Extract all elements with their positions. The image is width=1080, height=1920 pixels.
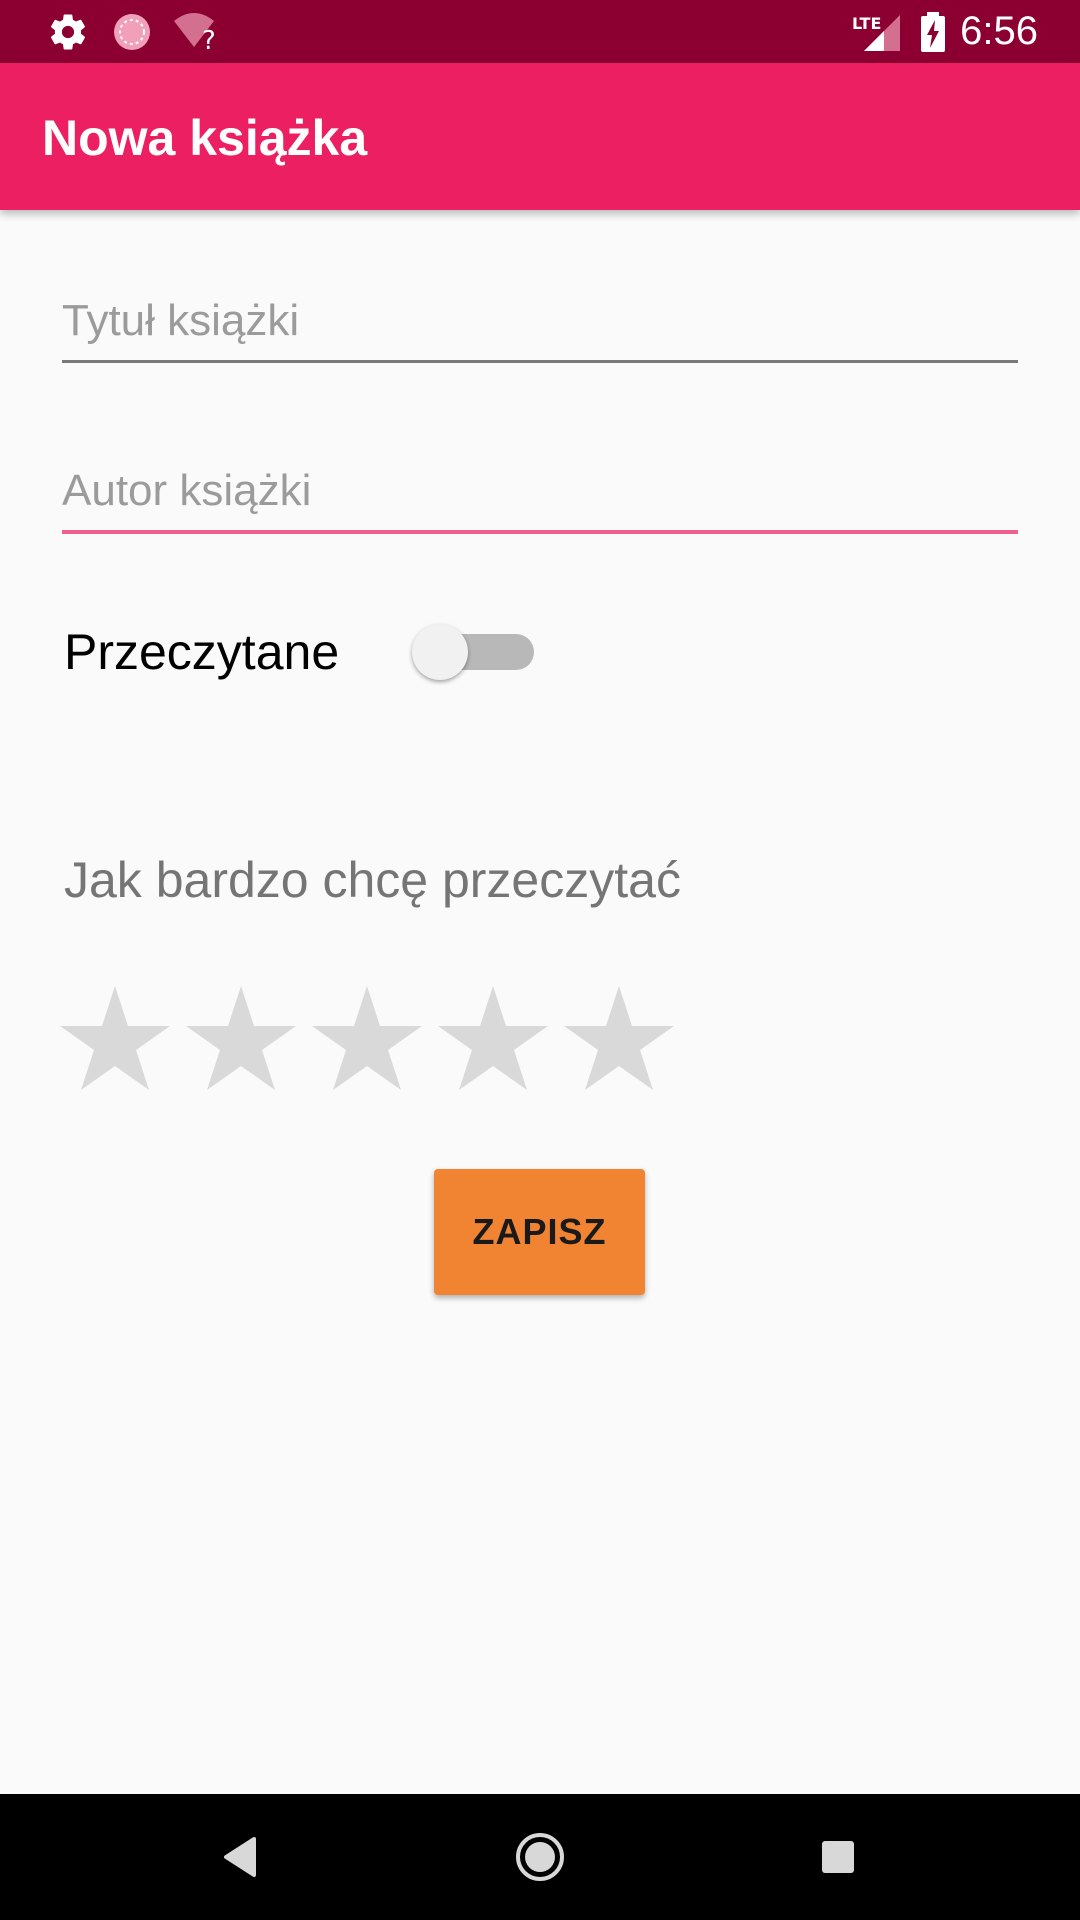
book-title-underline (62, 360, 1018, 363)
app-bar: Nowa książka (0, 63, 1080, 210)
lte-signal-icon: LTE (852, 0, 902, 63)
book-author-input[interactable] (62, 456, 1018, 526)
book-author-field (62, 456, 1018, 534)
status-time: 6:56 (960, 9, 1038, 53)
read-switch[interactable] (412, 622, 536, 682)
star-icon[interactable] (58, 982, 172, 1094)
back-icon[interactable] (180, 1794, 300, 1920)
rating-label: Jak bardzo chcę przeczytać (64, 852, 681, 908)
svg-text:LTE: LTE (852, 14, 881, 33)
star-icon[interactable] (436, 982, 550, 1094)
star-icon[interactable] (562, 982, 676, 1094)
home-icon[interactable] (480, 1794, 600, 1920)
star-icon[interactable] (310, 982, 424, 1094)
recents-icon[interactable] (778, 1794, 898, 1920)
svg-text:?: ? (202, 26, 216, 53)
settings-icon (44, 0, 92, 63)
status-bar: ? LTE 6:56 (0, 0, 1080, 63)
book-author-underline (62, 530, 1018, 534)
wifi-unknown-icon: ? (170, 0, 222, 63)
save-button[interactable]: ZAPISZ (434, 1169, 645, 1295)
navigation-bar (0, 1794, 1080, 1920)
battery-charging-icon (916, 0, 950, 63)
star-icon[interactable] (184, 982, 298, 1094)
read-switch-label: Przeczytane (64, 624, 340, 680)
read-switch-thumb (412, 624, 468, 680)
sync-icon (108, 0, 156, 63)
rating-bar[interactable] (58, 982, 688, 1094)
book-title-input[interactable] (62, 286, 1018, 356)
page-title: Nowa książka (42, 110, 368, 166)
screen: ? LTE 6:56 Nowa książka Tytuł książki Au… (0, 0, 1080, 1920)
book-title-field (62, 286, 1018, 363)
